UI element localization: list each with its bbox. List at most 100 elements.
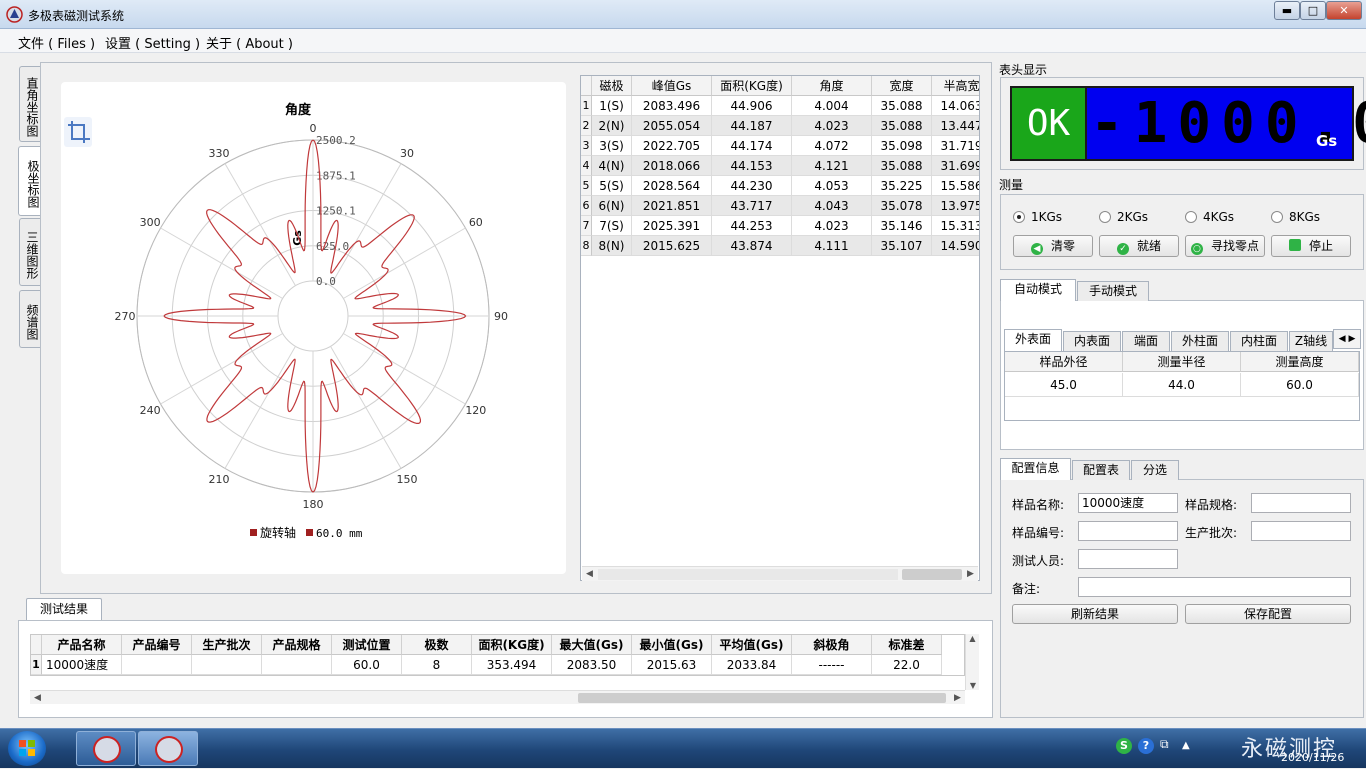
table-cell[interactable]: 14.063 [932,96,979,116]
row-header[interactable]: 1 [581,96,592,116]
column-header[interactable]: 峰值Gs [632,76,712,96]
column-header[interactable]: 最大值(Gs) [552,635,632,655]
tester-input[interactable] [1078,549,1178,569]
pole-data-table[interactable]: 磁极 峰值Gs 面积(KG度) 角度 宽度 半高宽 1 1(S) 2083.496 44.906 4… [580,75,980,581]
table-cell[interactable]: 2025.391 [632,216,712,236]
column-header[interactable]: 标准差 [872,635,942,655]
column-header[interactable]: 斜极角 [792,635,872,655]
table-cell[interactable]: 31.699 [932,156,979,176]
table-cell[interactable]: 44.906 [712,96,792,116]
range-8kgs-radio[interactable]: 8KGs [1271,210,1320,224]
table-cell[interactable]: 44.187 [712,116,792,136]
sample-name-input[interactable]: 10000速度 [1078,493,1178,513]
tray-help-icon[interactable]: ? [1138,738,1154,754]
table-cell[interactable]: ------ [792,655,872,675]
clock-date[interactable]: 2020/11/26 [1281,751,1344,764]
table-cell[interactable] [122,655,192,675]
column-header[interactable]: 最小值(Gs) [632,635,712,655]
stop-button[interactable]: 停止 [1271,235,1351,257]
table-cell[interactable]: 43.874 [712,236,792,256]
table-cell[interactable]: 35.088 [872,156,932,176]
table-horizontal-scrollbar[interactable]: ◀ ▶ [582,566,978,581]
table-cell[interactable]: 15.586 [932,176,979,196]
table-cell[interactable] [192,655,262,675]
start-button[interactable] [8,731,46,766]
find-zero-button[interactable]: ○ 寻找零点 [1185,235,1265,257]
row-header[interactable]: 5 [581,176,592,196]
tab-outer-surface[interactable]: 外表面 [1004,329,1062,351]
table-cell[interactable]: 4.111 [792,236,872,256]
tab-z-axis[interactable]: Z轴线 [1289,331,1333,351]
table-cell[interactable]: 10000速度 [42,655,122,675]
range-4kgs-radio[interactable]: 4KGs [1185,210,1234,224]
tab-3d[interactable]: 三维图形 [19,218,41,286]
column-header[interactable]: 产品名称 [42,635,122,655]
table-cell[interactable]: 2(N) [592,116,632,136]
scroll-left-icon[interactable]: ◀ [30,691,45,705]
table-cell[interactable]: 13.447 [932,116,979,136]
row-header[interactable]: 3 [581,136,592,156]
scroll-left-icon[interactable]: ◀ [582,567,597,582]
arrow-left-icon[interactable]: ◀ [1339,334,1346,344]
table-cell[interactable]: 2055.054 [632,116,712,136]
table-cell[interactable]: 2015.63 [632,655,712,675]
table-cell[interactable]: 4.004 [792,96,872,116]
sample-spec-input[interactable] [1251,493,1351,513]
results-horizontal-scrollbar[interactable]: ◀ ▶ [30,690,965,704]
column-header[interactable]: 宽度 [872,76,932,96]
tab-manual-mode[interactable]: 手动模式 [1077,281,1149,301]
row-header[interactable]: 7 [581,216,592,236]
tab-auto-mode[interactable]: 自动模式 [1000,279,1076,301]
table-cell[interactable]: 5(S) [592,176,632,196]
close-button[interactable]: ✕ [1326,1,1362,20]
tab-end-face[interactable]: 端面 [1122,331,1170,351]
table-cell[interactable]: 8 [402,655,472,675]
column-header[interactable]: 产品编号 [122,635,192,655]
table-cell[interactable]: 4.053 [792,176,872,196]
table-cell[interactable]: 35.078 [872,196,932,216]
column-header[interactable]: 生产批次 [192,635,262,655]
table-cell[interactable]: 4.023 [792,116,872,136]
crop-icon[interactable] [64,117,92,147]
tab-inner-cylinder[interactable]: 内柱面 [1230,331,1288,351]
measure-radius-value[interactable]: 44.0 [1123,373,1241,397]
table-cell[interactable]: 4(N) [592,156,632,176]
zero-button[interactable]: ◀ 清零 [1013,235,1093,257]
arrow-right-icon[interactable]: ▶ [1348,334,1355,344]
table-cell[interactable]: 44.153 [712,156,792,176]
range-1kgs-radio[interactable]: 1KGs [1013,210,1062,224]
table-cell[interactable]: 7(S) [592,216,632,236]
scroll-thumb[interactable] [578,693,946,703]
save-config-button[interactable]: 保存配置 [1185,604,1351,624]
results-table[interactable]: 产品名称 产品编号 生产批次 产品规格 测试位置 极数 面积(KG度) 最大值(Gs) 最小值(… [30,634,965,676]
column-header[interactable]: 产品规格 [262,635,332,655]
table-cell[interactable]: 4.121 [792,156,872,176]
tab-cartesian[interactable]: 直角坐标图 [19,66,41,142]
refresh-results-button[interactable]: 刷新结果 [1012,604,1178,624]
table-cell[interactable]: 2021.851 [632,196,712,216]
table-cell[interactable]: 2018.066 [632,156,712,176]
table-cell[interactable]: 2083.496 [632,96,712,116]
row-header[interactable]: 8 [581,236,592,256]
tray-s-icon[interactable]: S [1116,738,1132,754]
table-cell[interactable]: 35.088 [872,96,932,116]
table-cell[interactable]: 35.107 [872,236,932,256]
column-header[interactable]: 角度 [792,76,872,96]
tab-outer-cylinder[interactable]: 外柱面 [1171,331,1229,351]
table-cell[interactable]: 22.0 [872,655,942,675]
table-cell[interactable]: 13.975 [932,196,979,216]
column-header[interactable]: 半高宽 [932,76,979,96]
tray-network-icon[interactable]: ⧉ [1160,737,1174,753]
menu-files[interactable]: 文件 ( Files ) [18,33,95,52]
column-header[interactable]: 磁极 [592,76,632,96]
table-cell[interactable]: 35.225 [872,176,932,196]
tab-test-results[interactable]: 测试结果 [26,598,102,622]
tab-config-info[interactable]: 配置信息 [1000,458,1071,480]
table-cell[interactable]: 8(N) [592,236,632,256]
outer-diameter-value[interactable]: 45.0 [1005,373,1123,397]
table-cell[interactable]: 1(S) [592,96,632,116]
tab-inner-surface[interactable]: 内表面 [1063,331,1121,351]
column-header[interactable]: 平均值(Gs) [712,635,792,655]
table-cell[interactable]: 3(S) [592,136,632,156]
column-header[interactable]: 面积(KG度) [712,76,792,96]
